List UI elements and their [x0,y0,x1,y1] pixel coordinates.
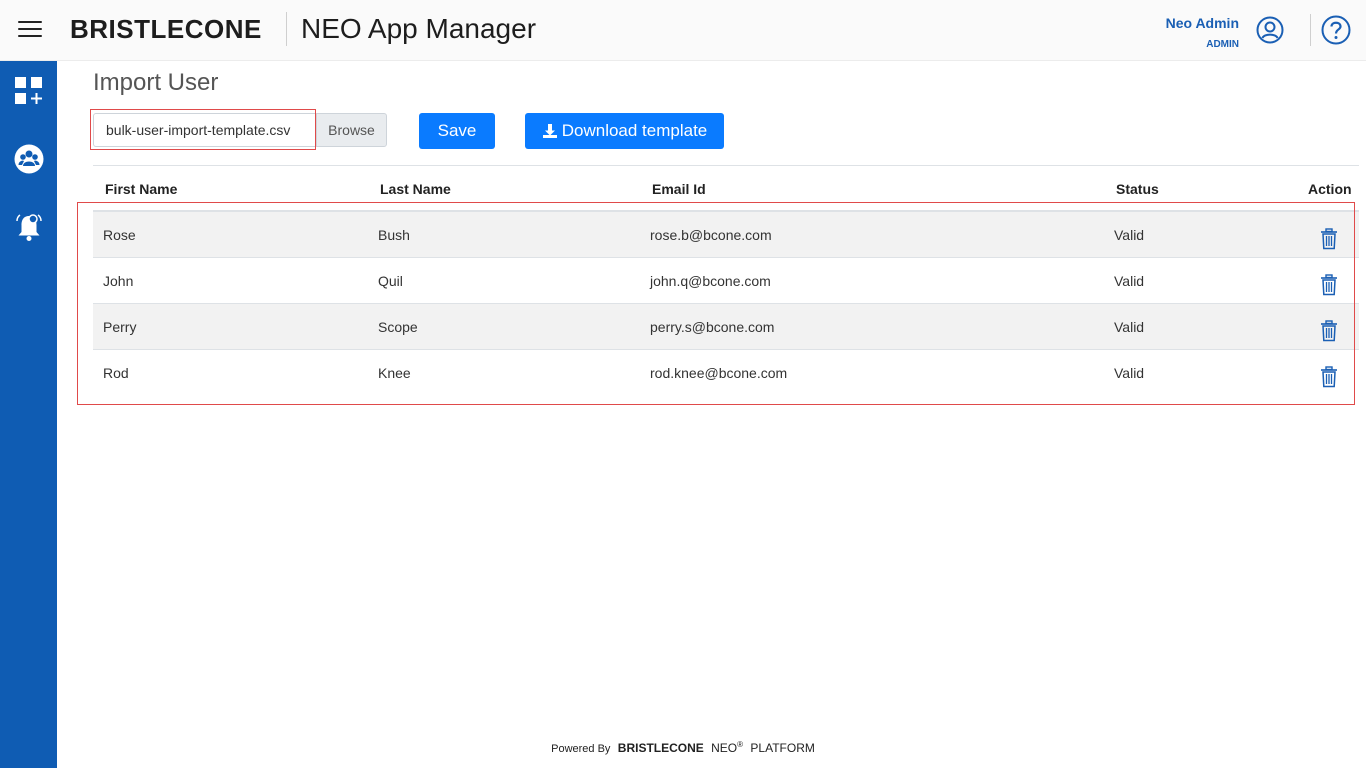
file-input-highlight [90,109,316,150]
app-header: BRISTLECONE NEO App Manager Neo Admin AD… [0,0,1366,61]
notification-bell-icon[interactable] [13,211,45,243]
footer-neo: NEO [711,741,738,755]
footer-brand: BRISTLECONE [617,741,704,755]
user-name[interactable]: Neo Admin [1166,15,1239,31]
column-header-last-name: Last Name [380,181,451,197]
column-header-action: Action [1308,181,1352,197]
page-title: Import User [93,69,219,96]
menu-icon[interactable] [18,21,42,39]
browse-button[interactable]: Browse [316,113,387,147]
footer-platform: PLATFORM [750,741,815,755]
app-title: NEO App Manager [301,13,537,44]
dashboard-add-icon[interactable] [13,75,45,107]
table-highlight [77,202,1355,405]
users-group-icon[interactable] [13,143,45,175]
header-divider-right [1310,14,1311,46]
download-icon [542,124,557,138]
column-header-email: Email Id [652,181,706,197]
download-template-button[interactable]: Download template [525,113,724,149]
header-divider [286,12,287,46]
footer-registered: ® [737,740,744,749]
user-profile-icon[interactable] [1256,16,1284,44]
bristlecone-logo: BRISTLECONE [70,14,262,44]
section-divider [93,165,1359,166]
sidebar [0,61,57,768]
footer-powered-by: Powered By [551,743,611,755]
save-button[interactable]: Save [419,113,495,149]
user-role: ADMIN [1206,39,1239,50]
column-header-first-name: First Name [105,181,178,197]
column-header-status: Status [1116,181,1159,197]
help-icon[interactable] [1321,15,1351,45]
download-template-label: Download template [561,121,708,140]
footer: Powered By BRISTLECONE NEO® PLATFORM [0,740,1366,755]
